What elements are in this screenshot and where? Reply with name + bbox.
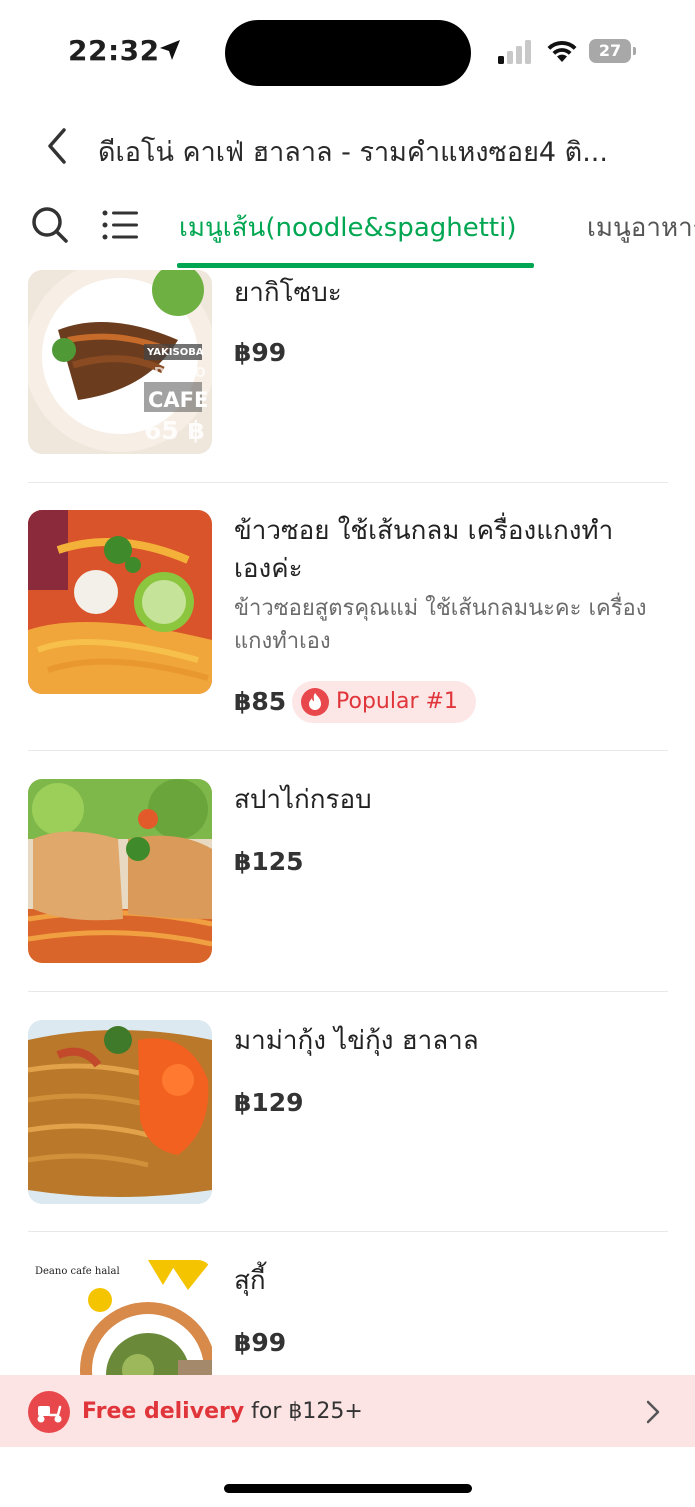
item-price: ฿99 — [234, 338, 287, 367]
wifi-icon — [547, 40, 577, 62]
divider — [28, 750, 668, 751]
food-image — [28, 510, 212, 694]
item-name: สปาไก่กรอบ — [234, 785, 372, 815]
scooter-icon — [28, 1391, 70, 1433]
menu-item[interactable]: ข้าวซอย ใช้เส้นกลม เครื่องแกงทำเองค่ะ ข้… — [28, 510, 668, 730]
image-caption: DEANO — [154, 366, 206, 381]
image-caption: 65 ฿ — [144, 416, 205, 445]
home-indicator[interactable] — [224, 1484, 472, 1493]
store-header: ดีเอโน่ คาเฟ่ ฮาลาล - รามคำแหงซอย4 ติ... — [0, 110, 695, 190]
badge-text: Popular #1 — [336, 689, 458, 714]
item-price: ฿125 — [234, 847, 304, 876]
item-name: สุกี้ — [234, 1266, 266, 1296]
banner-text: Free delivery for ฿125+ — [82, 1399, 363, 1424]
item-name: มาม่ากุ้ง ไข่กุ้ง ฮาลาล — [234, 1026, 479, 1056]
active-tab-indicator — [177, 263, 534, 268]
category-tabbar: เมนูเส้น(noodle&spaghetti) เมนูอาหาร — [0, 195, 695, 271]
item-price: ฿99 — [234, 1328, 287, 1357]
menu-item[interactable]: YAKISOBA DEANO CAFE 65 ฿ ยากิโซบะ ฿99 — [28, 270, 668, 480]
image-caption: CAFE — [148, 388, 209, 412]
back-chevron-icon[interactable] — [40, 126, 74, 166]
divider — [28, 482, 668, 483]
banner-highlight: Free delivery — [82, 1399, 245, 1424]
banner-condition: for ฿125+ — [244, 1399, 363, 1424]
status-time: 22:32 — [68, 34, 160, 67]
food-image — [28, 779, 212, 963]
tab-noodle-spaghetti[interactable]: เมนูเส้น(noodle&spaghetti) — [179, 207, 516, 248]
store-title: ดีเอโน่ คาเฟ่ ฮาลาล - รามคำแหงซอย4 ติ... — [98, 137, 608, 168]
image-caption: YAKISOBA — [147, 347, 204, 358]
battery-level: 27 — [589, 39, 631, 63]
battery-icon: 27 — [589, 39, 637, 63]
menu-item[interactable]: Deano cafe halal สุกี้ ฿99 — [28, 1260, 668, 1375]
chevron-right-icon[interactable] — [644, 1399, 662, 1425]
image-caption: Deano cafe halal — [35, 1266, 120, 1277]
status-bar: 22:32 27 — [0, 0, 695, 100]
food-image — [28, 1020, 212, 1204]
item-description: ข้าวซอยสูตรคุณแม่ ใช้เส้นกลมนะคะ เครื่อง… — [234, 596, 647, 654]
item-name: ยากิโซบะ — [234, 278, 342, 308]
menu-list[interactable]: YAKISOBA DEANO CAFE 65 ฿ ยากิโซบะ ฿99 ข้… — [0, 270, 695, 1375]
item-price: ฿129 — [234, 1088, 304, 1117]
tab-food-menu[interactable]: เมนูอาหาร — [587, 207, 695, 248]
divider — [28, 991, 668, 992]
menu-item[interactable]: มาม่ากุ้ง ไข่กุ้ง ฮาลาล ฿129 — [28, 1020, 668, 1220]
menu-item[interactable]: สปาไก่กรอบ ฿125 — [28, 779, 668, 979]
list-icon[interactable] — [101, 208, 139, 242]
dynamic-island — [225, 20, 471, 86]
divider — [28, 1231, 668, 1232]
flame-icon — [301, 688, 329, 716]
food-image: Deano cafe halal — [28, 1260, 212, 1375]
item-price: ฿85 — [234, 687, 287, 716]
item-name: ข้าวซอย ใช้เส้นกลม เครื่องแกงทำเองค่ะ — [234, 516, 614, 584]
food-image: YAKISOBA DEANO CAFE 65 ฿ — [28, 270, 212, 454]
free-delivery-banner[interactable]: Free delivery for ฿125+ — [0, 1375, 695, 1447]
location-arrow-icon — [160, 40, 180, 60]
signal-icon — [498, 40, 531, 64]
search-icon[interactable] — [30, 205, 70, 245]
popular-badge: Popular #1 — [292, 681, 476, 723]
